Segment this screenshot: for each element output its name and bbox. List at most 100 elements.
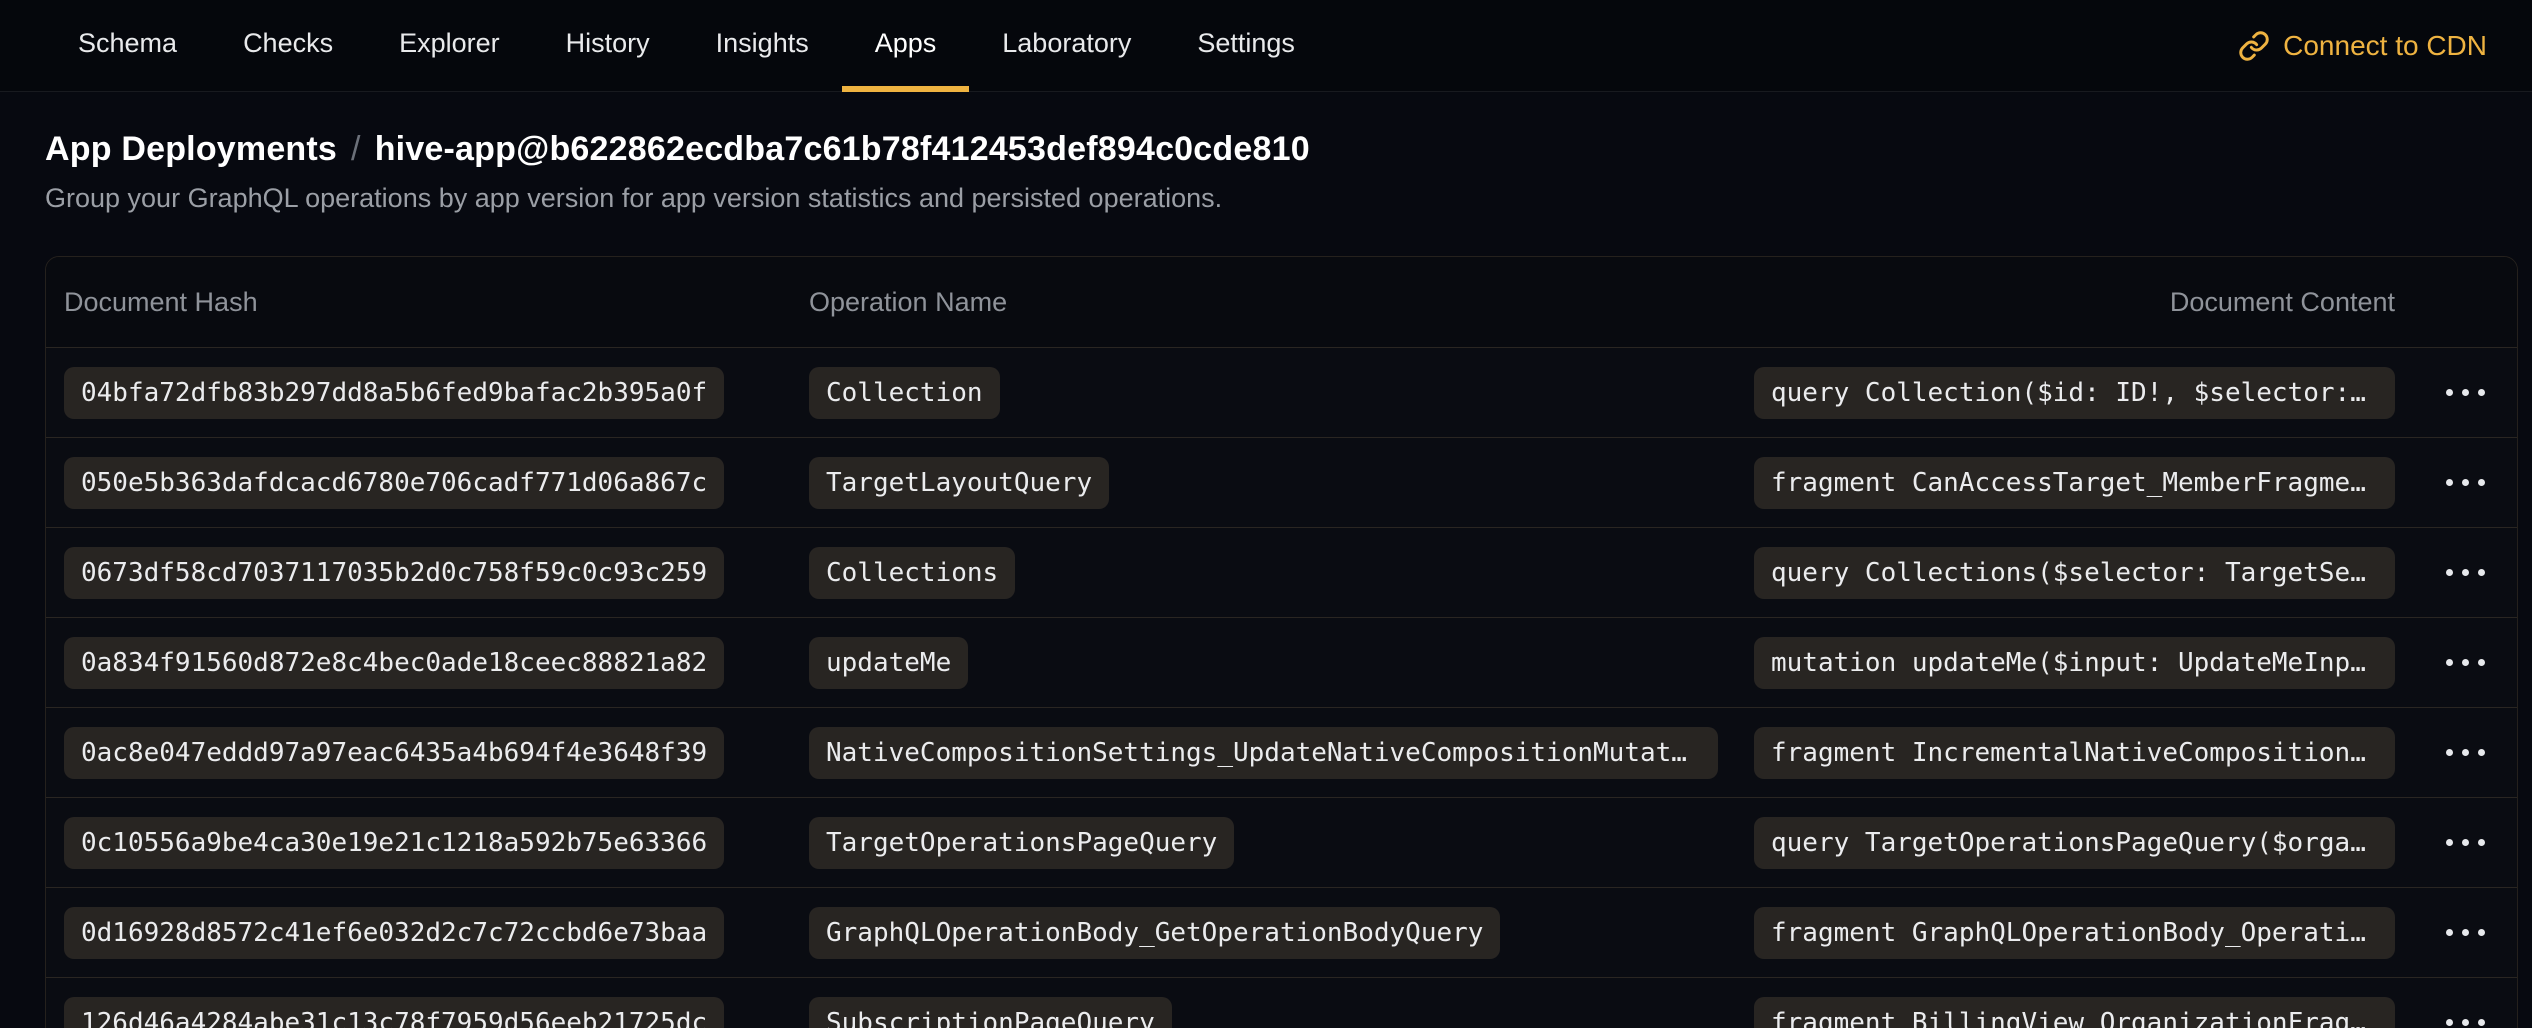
ellipsis-dot-icon xyxy=(2478,749,2485,756)
document-content-preview-cell: query Collection($id: ID!, $selector: Ta… xyxy=(1736,367,2413,419)
ellipsis-dot-icon xyxy=(2462,1019,2469,1026)
operation-name-value: Collections xyxy=(809,547,1015,599)
document-content-preview: fragment BillingView_OrganizationFragmen… xyxy=(1754,997,2395,1028)
document-hash-value-cell: 0c10556a9be4ca30e19e21c1218a592b75e63366 xyxy=(46,817,791,869)
document-hash-value: 0a834f91560d872e8c4bec0ade18ceec88821a82 xyxy=(64,637,724,689)
connect-to-cdn-button[interactable]: Connect to CDN xyxy=(2238,0,2487,91)
operation-name-value: updateMe xyxy=(809,637,968,689)
tab-apps[interactable]: Apps xyxy=(842,0,970,92)
document-hash-value: 050e5b363dafdcacd6780e706cadf771d06a867c xyxy=(64,457,724,509)
document-content-preview-cell: query Collections($selector: TargetSelec… xyxy=(1736,547,2413,599)
row-more-menu-button[interactable] xyxy=(2436,1005,2495,1028)
ellipsis-dot-icon xyxy=(2462,569,2469,576)
row-actions-cell xyxy=(2413,735,2517,770)
table-row: 0ac8e047eddd97a97eac6435a4b694f4e3648f39… xyxy=(46,707,2517,797)
tab-settings[interactable]: Settings xyxy=(1164,0,1328,92)
ellipsis-dot-icon xyxy=(2446,569,2453,576)
operation-name-value-cell: GraphQLOperationBody_GetOperationBodyQue… xyxy=(791,907,1736,959)
operation-name-value: TargetLayoutQuery xyxy=(809,457,1109,509)
ellipsis-dot-icon xyxy=(2462,839,2469,846)
column-header-document-content: Document Content xyxy=(1736,287,2413,318)
ellipsis-dot-icon xyxy=(2446,839,2453,846)
operation-name-value: TargetOperationsPageQuery xyxy=(809,817,1234,869)
operation-name-value-cell: NativeCompositionSettings_UpdateNativeCo… xyxy=(791,727,1736,779)
document-content-preview: query TargetOperationsPageQuery($organiz… xyxy=(1754,817,2395,869)
document-content-preview-cell: query TargetOperationsPageQuery($organiz… xyxy=(1736,817,2413,869)
ellipsis-dot-icon xyxy=(2446,389,2453,396)
row-more-menu-button[interactable] xyxy=(2436,465,2495,500)
top-navbar: SchemaChecksExplorerHistoryInsightsAppsL… xyxy=(0,0,2532,92)
row-more-menu-button[interactable] xyxy=(2436,555,2495,590)
ellipsis-dot-icon xyxy=(2462,749,2469,756)
ellipsis-dot-icon xyxy=(2478,659,2485,666)
row-more-menu-button[interactable] xyxy=(2436,645,2495,680)
tab-insights[interactable]: Insights xyxy=(683,0,842,92)
document-hash-value-cell: 04bfa72dfb83b297dd8a5b6fed9bafac2b395a0f xyxy=(46,367,791,419)
row-actions-cell xyxy=(2413,825,2517,860)
row-more-menu-button[interactable] xyxy=(2436,825,2495,860)
breadcrumb-current-deployment: hive-app@b622862ecdba7c61b78f412453def89… xyxy=(375,130,1310,169)
link-icon xyxy=(2238,30,2270,62)
document-hash-value-cell: 050e5b363dafdcacd6780e706cadf771d06a867c xyxy=(46,457,791,509)
ellipsis-dot-icon xyxy=(2462,389,2469,396)
document-content-preview-cell: fragment BillingView_OrganizationFragmen… xyxy=(1736,997,2413,1028)
ellipsis-dot-icon xyxy=(2478,389,2485,396)
row-actions-cell xyxy=(2413,915,2517,950)
documents-table: Document Hash Operation Name Document Co… xyxy=(45,256,2518,1028)
table-body: 04bfa72dfb83b297dd8a5b6fed9bafac2b395a0f… xyxy=(46,347,2517,1028)
document-hash-value: 0c10556a9be4ca30e19e21c1218a592b75e63366 xyxy=(64,817,724,869)
document-content-preview: query Collection($id: ID!, $selector: Ta… xyxy=(1754,367,2395,419)
connect-to-cdn-label: Connect to CDN xyxy=(2283,30,2487,62)
row-more-menu-button[interactable] xyxy=(2436,915,2495,950)
tab-schema[interactable]: Schema xyxy=(45,0,210,92)
document-content-preview: mutation updateMe($input: UpdateMeInput!… xyxy=(1754,637,2395,689)
ellipsis-dot-icon xyxy=(2446,1019,2453,1026)
tab-explorer[interactable]: Explorer xyxy=(366,0,533,92)
row-more-menu-button[interactable] xyxy=(2436,375,2495,410)
table-header-row: Document Hash Operation Name Document Co… xyxy=(46,257,2517,347)
ellipsis-dot-icon xyxy=(2462,479,2469,486)
row-more-menu-button[interactable] xyxy=(2436,735,2495,770)
document-content-preview: query Collections($selector: TargetSelec… xyxy=(1754,547,2395,599)
row-actions-cell xyxy=(2413,1005,2517,1028)
breadcrumb-app-deployments-link[interactable]: App Deployments xyxy=(45,130,337,169)
breadcrumb-separator: / xyxy=(351,130,361,169)
ellipsis-dot-icon xyxy=(2446,929,2453,936)
operation-name-value-cell: updateMe xyxy=(791,637,1736,689)
ellipsis-dot-icon xyxy=(2478,569,2485,576)
document-hash-value-cell: 0a834f91560d872e8c4bec0ade18ceec88821a82 xyxy=(46,637,791,689)
ellipsis-dot-icon xyxy=(2462,929,2469,936)
document-content-preview-cell: fragment CanAccessTarget_MemberFragment … xyxy=(1736,457,2413,509)
breadcrumb: App Deployments / hive-app@b622862ecdba7… xyxy=(45,130,2487,169)
row-actions-cell xyxy=(2413,645,2517,680)
table-row: 126d46a4284abe31c13c78f7959d56eeb21725dc… xyxy=(46,977,2517,1028)
nav-tabs: SchemaChecksExplorerHistoryInsightsAppsL… xyxy=(45,0,1328,91)
document-content-preview-cell: fragment IncrementalNativeCompositionSwi… xyxy=(1736,727,2413,779)
table-row: 0a834f91560d872e8c4bec0ade18ceec88821a82… xyxy=(46,617,2517,707)
document-content-preview: fragment IncrementalNativeCompositionSwi… xyxy=(1754,727,2395,779)
ellipsis-dot-icon xyxy=(2478,1019,2485,1026)
table-row: 0673df58cd7037117035b2d0c758f59c0c93c259… xyxy=(46,527,2517,617)
page-subtitle: Group your GraphQL operations by app ver… xyxy=(45,183,2487,214)
document-hash-value-cell: 126d46a4284abe31c13c78f7959d56eeb21725dc xyxy=(46,997,791,1028)
document-content-preview: fragment GraphQLOperationBody_OperationF… xyxy=(1754,907,2395,959)
ellipsis-dot-icon xyxy=(2478,479,2485,486)
table-row: 04bfa72dfb83b297dd8a5b6fed9bafac2b395a0f… xyxy=(46,347,2517,437)
ellipsis-dot-icon xyxy=(2478,929,2485,936)
table-row: 050e5b363dafdcacd6780e706cadf771d06a867c… xyxy=(46,437,2517,527)
tab-checks[interactable]: Checks xyxy=(210,0,366,92)
ellipsis-dot-icon xyxy=(2446,749,2453,756)
tab-laboratory[interactable]: Laboratory xyxy=(969,0,1164,92)
tab-history[interactable]: History xyxy=(533,0,683,92)
ellipsis-dot-icon xyxy=(2462,659,2469,666)
document-hash-value: 0673df58cd7037117035b2d0c758f59c0c93c259 xyxy=(64,547,724,599)
document-hash-value: 04bfa72dfb83b297dd8a5b6fed9bafac2b395a0f xyxy=(64,367,724,419)
operation-name-value-cell: TargetOperationsPageQuery xyxy=(791,817,1736,869)
document-content-preview-cell: mutation updateMe($input: UpdateMeInput!… xyxy=(1736,637,2413,689)
document-hash-value-cell: 0d16928d8572c41ef6e032d2c7c72ccbd6e73baa xyxy=(46,907,791,959)
row-actions-cell xyxy=(2413,465,2517,500)
operation-name-value-cell: TargetLayoutQuery xyxy=(791,457,1736,509)
document-content-preview-cell: fragment GraphQLOperationBody_OperationF… xyxy=(1736,907,2413,959)
column-header-operation-name: Operation Name xyxy=(791,287,1736,318)
operation-name-value: SubscriptionPageQuery xyxy=(809,997,1172,1028)
